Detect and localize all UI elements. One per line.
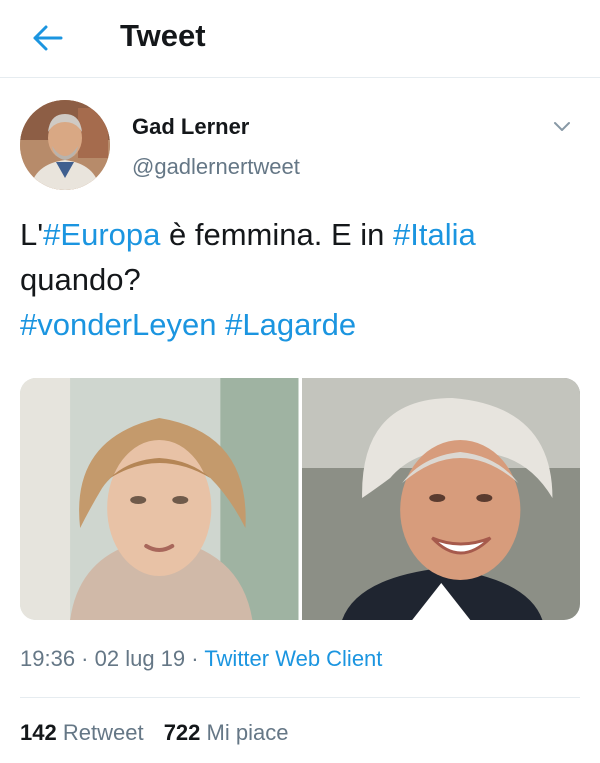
retweet-label: Retweet bbox=[62, 720, 144, 745]
retweets-stat[interactable]: 142 Retweet bbox=[20, 720, 144, 745]
tweet-media bbox=[20, 378, 580, 620]
tweet-meta: 19:36 · 02 lug 19 · Twitter Web Client bbox=[20, 646, 382, 672]
hashtag-italia[interactable]: #Italia bbox=[393, 217, 476, 252]
back-button[interactable] bbox=[28, 20, 68, 56]
likes-stat[interactable]: 722 Mi piace bbox=[164, 720, 289, 745]
tweet-author: Gad Lerner @gadlernertweet bbox=[20, 100, 580, 192]
hashtag-vonderleyen[interactable]: #vonderLeyen bbox=[20, 307, 217, 342]
tweet-text: L'#Europa è femmina. E in #Italia quando… bbox=[20, 212, 580, 347]
tweet-menu-button[interactable] bbox=[550, 116, 574, 136]
hashtag-lagarde[interactable]: #Lagarde bbox=[225, 307, 356, 342]
chevron-down-icon bbox=[554, 122, 570, 131]
author-handle[interactable]: @gadlernertweet bbox=[132, 154, 300, 180]
media-photo-left[interactable] bbox=[20, 378, 299, 620]
divider bbox=[20, 697, 580, 698]
author-name[interactable]: Gad Lerner bbox=[132, 114, 249, 140]
tweet-text-part: è femmina. E in bbox=[160, 217, 393, 252]
tweet-time: 19:36 bbox=[20, 646, 76, 671]
avatar[interactable] bbox=[20, 100, 110, 190]
page-title: Tweet bbox=[120, 18, 206, 53]
hashtag-europa[interactable]: #Europa bbox=[43, 217, 160, 252]
meta-separator: · bbox=[75, 646, 95, 671]
arrow-left-icon bbox=[33, 25, 63, 51]
tweet-client-link[interactable]: Twitter Web Client bbox=[204, 646, 382, 671]
tweet-text-part: quando? bbox=[20, 262, 141, 297]
tweet-text-part: L' bbox=[20, 217, 44, 252]
retweet-count: 142 bbox=[20, 720, 57, 745]
like-count: 722 bbox=[163, 720, 201, 745]
top-bar: Tweet bbox=[0, 0, 600, 78]
tweet-date: 02 lug 19 bbox=[94, 646, 186, 671]
media-photo-right[interactable] bbox=[301, 378, 580, 620]
like-label: Mi piace bbox=[206, 720, 289, 745]
meta-separator: · bbox=[185, 646, 205, 671]
tweet-stats: 142 Retweet 722 Mi piace bbox=[20, 720, 302, 746]
